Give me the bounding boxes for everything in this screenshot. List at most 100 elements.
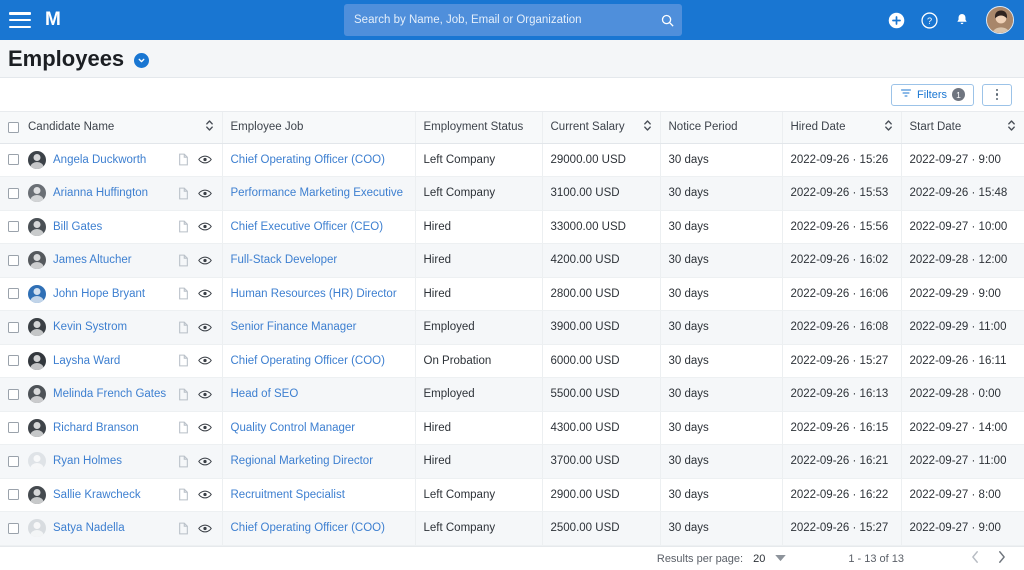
row-checkbox[interactable] xyxy=(8,489,19,500)
table-row[interactable]: Arianna Huffington Performance Marketing … xyxy=(0,177,1024,211)
document-icon[interactable] xyxy=(178,220,189,233)
row-checkbox[interactable] xyxy=(8,322,19,333)
sort-icon[interactable] xyxy=(205,119,214,135)
eye-icon[interactable] xyxy=(198,154,212,165)
employee-job-link[interactable]: Performance Marketing Executive xyxy=(231,187,404,199)
table-row[interactable]: Richard BransonQuality Control ManagerHi… xyxy=(0,411,1024,445)
document-icon[interactable] xyxy=(178,321,189,334)
column-current-salary[interactable]: Current Salary xyxy=(542,112,660,143)
search-input[interactable] xyxy=(344,4,652,36)
document-icon[interactable] xyxy=(178,254,189,267)
candidate-name-link[interactable]: John Hope Bryant xyxy=(53,288,145,300)
eye-icon[interactable] xyxy=(198,422,212,433)
candidate-name-link[interactable]: Ryan Holmes xyxy=(53,455,122,467)
search-icon[interactable] xyxy=(652,13,682,28)
row-checkbox[interactable] xyxy=(8,389,19,400)
global-search[interactable] xyxy=(344,4,682,36)
document-icon[interactable] xyxy=(178,153,189,166)
document-icon[interactable] xyxy=(178,488,189,501)
table-row[interactable]: Melinda French GatesHead of SEOEmployed5… xyxy=(0,378,1024,412)
table-row[interactable]: Kevin SystromSenior Finance ManagerEmplo… xyxy=(0,311,1024,345)
document-icon[interactable] xyxy=(178,354,189,367)
document-icon[interactable] xyxy=(178,455,189,468)
next-page-button[interactable] xyxy=(988,550,1014,567)
candidate-name-link[interactable]: Bill Gates xyxy=(53,221,102,233)
row-checkbox[interactable] xyxy=(8,255,19,266)
table-row[interactable]: Satya Nadella Chief Operating Officer (CO… xyxy=(0,512,1024,546)
sort-icon[interactable] xyxy=(643,119,652,135)
table-row[interactable]: Bill GatesChief Executive Officer (CEO)H… xyxy=(0,210,1024,244)
employee-job-link[interactable]: Chief Operating Officer (COO) xyxy=(231,355,385,367)
employee-job-link[interactable]: Chief Operating Officer (COO) xyxy=(231,154,385,166)
table-row[interactable]: Ryan HolmesRegional Marketing DirectorHi… xyxy=(0,445,1024,479)
document-icon[interactable] xyxy=(178,187,189,200)
employee-job-link[interactable]: Regional Marketing Director xyxy=(231,455,374,467)
eye-icon[interactable] xyxy=(198,523,212,534)
help-icon[interactable]: ? xyxy=(921,12,938,29)
filters-button[interactable]: Filters 1 xyxy=(891,84,974,106)
eye-icon[interactable] xyxy=(198,255,212,266)
chevron-down-circle-icon[interactable] xyxy=(134,53,149,68)
employee-job-link[interactable]: Human Resources (HR) Director xyxy=(231,288,397,300)
previous-page-button[interactable] xyxy=(962,550,988,567)
eye-icon[interactable] xyxy=(198,389,212,400)
more-options-button[interactable] xyxy=(982,84,1012,106)
document-icon[interactable] xyxy=(178,388,189,401)
sort-icon[interactable] xyxy=(884,119,893,135)
add-icon[interactable] xyxy=(888,12,905,29)
candidate-name-link[interactable]: Melinda French Gates xyxy=(53,388,166,400)
candidate-name-link[interactable]: Richard Branson xyxy=(53,422,139,434)
row-checkbox[interactable] xyxy=(8,355,19,366)
candidate-name-link[interactable]: Arianna Huffington xyxy=(53,187,148,199)
document-icon[interactable] xyxy=(178,287,189,300)
column-candidate-name[interactable]: Candidate Name xyxy=(0,112,222,143)
candidate-name-link[interactable]: Kevin Systrom xyxy=(53,321,127,333)
employee-job-link[interactable]: Quality Control Manager xyxy=(231,422,356,434)
row-checkbox[interactable] xyxy=(8,456,19,467)
table-row[interactable]: James AltucherFull-Stack DeveloperHired4… xyxy=(0,244,1024,278)
document-icon[interactable] xyxy=(178,522,189,535)
column-employment-status[interactable]: Employment Status xyxy=(415,112,542,143)
eye-icon[interactable] xyxy=(198,322,212,333)
row-checkbox[interactable] xyxy=(8,188,19,199)
employee-job-link[interactable]: Chief Executive Officer (CEO) xyxy=(231,221,384,233)
candidate-name-link[interactable]: Sallie Krawcheck xyxy=(53,489,141,501)
notifications-bell-icon[interactable] xyxy=(954,12,970,28)
row-checkbox[interactable] xyxy=(8,422,19,433)
employee-job-link[interactable]: Head of SEO xyxy=(231,388,299,400)
row-checkbox[interactable] xyxy=(8,221,19,232)
column-start-date[interactable]: Start Date xyxy=(901,112,1024,143)
row-checkbox[interactable] xyxy=(8,523,19,534)
select-all-checkbox[interactable] xyxy=(8,122,19,133)
eye-icon[interactable] xyxy=(198,221,212,232)
employee-job-link[interactable]: Chief Operating Officer (COO) xyxy=(231,522,385,534)
eye-icon[interactable] xyxy=(198,188,212,199)
column-hired-date[interactable]: Hired Date xyxy=(782,112,901,143)
eye-icon[interactable] xyxy=(198,355,212,366)
brand-logo[interactable]: M xyxy=(45,9,61,31)
row-checkbox[interactable] xyxy=(8,288,19,299)
hamburger-menu-icon[interactable] xyxy=(9,12,31,28)
employee-job-link[interactable]: Full-Stack Developer xyxy=(231,254,338,266)
document-icon[interactable] xyxy=(178,421,189,434)
column-notice-period[interactable]: Notice Period xyxy=(660,112,782,143)
candidate-name-link[interactable]: Satya Nadella xyxy=(53,522,125,534)
candidate-name-link[interactable]: James Altucher xyxy=(53,254,132,266)
sort-icon[interactable] xyxy=(1007,119,1016,135)
column-employee-job[interactable]: Employee Job xyxy=(222,112,415,143)
eye-icon[interactable] xyxy=(198,489,212,500)
results-per-page-value[interactable]: 20 xyxy=(753,553,765,565)
employee-job-link[interactable]: Senior Finance Manager xyxy=(231,321,357,333)
employee-job-link[interactable]: Recruitment Specialist xyxy=(231,489,345,501)
eye-icon[interactable] xyxy=(198,288,212,299)
table-row[interactable]: Laysha Ward Chief Operating Officer (COO)… xyxy=(0,344,1024,378)
avatar[interactable] xyxy=(986,6,1014,34)
row-checkbox[interactable] xyxy=(8,154,19,165)
candidate-name-link[interactable]: Laysha Ward xyxy=(53,355,120,367)
chevron-down-icon[interactable] xyxy=(775,553,786,565)
table-row[interactable]: John Hope Bryant Human Resources (HR) Dir… xyxy=(0,277,1024,311)
table-row[interactable]: Sallie KrawcheckRecruitment SpecialistLe… xyxy=(0,478,1024,512)
eye-icon[interactable] xyxy=(198,456,212,467)
table-row[interactable]: Angela Duckworth Chief Operating Officer … xyxy=(0,143,1024,177)
candidate-name-link[interactable]: Angela Duckworth xyxy=(53,154,146,166)
